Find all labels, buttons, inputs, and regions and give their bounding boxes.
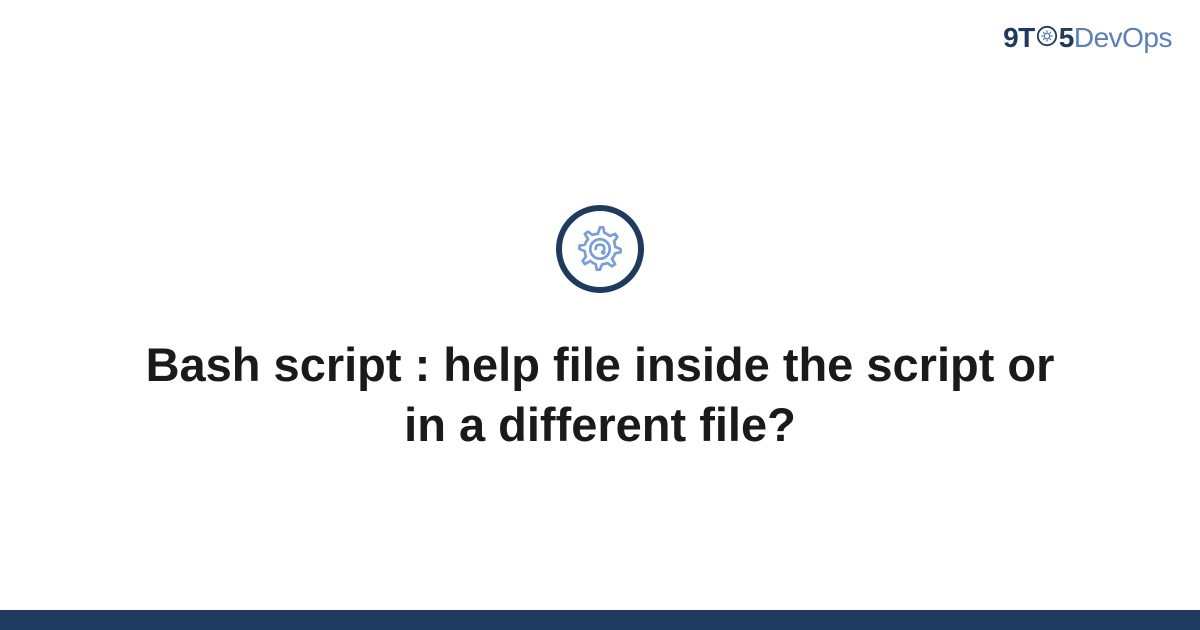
gear-icon-circle: [556, 205, 644, 293]
page-title: Bash script : help file inside the scrip…: [120, 335, 1080, 455]
footer-bar: [0, 610, 1200, 630]
gear-icon: [574, 223, 626, 275]
main-content: Bash script : help file inside the scrip…: [0, 0, 1200, 630]
